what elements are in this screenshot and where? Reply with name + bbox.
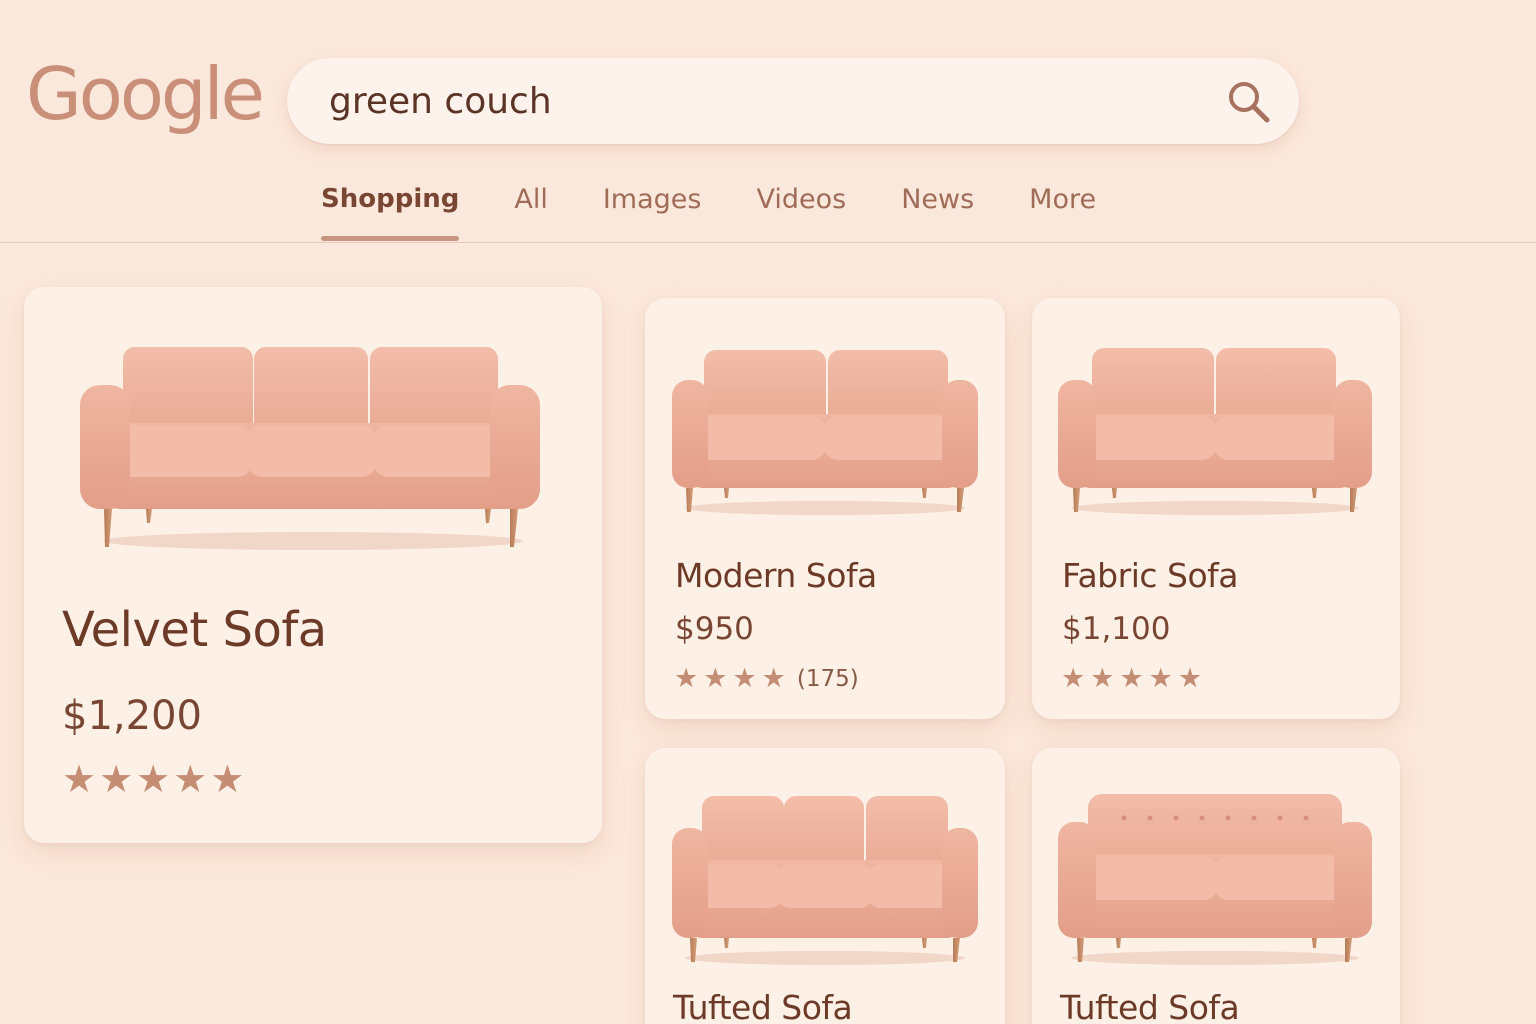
star-rating: ★ ★ ★ ★ ★ <box>1061 665 1207 692</box>
tabs-divider <box>0 242 1536 243</box>
search-tabs: Shopping All Images Videos News More <box>321 184 1151 241</box>
google-logo[interactable]: Google <box>26 52 265 136</box>
star-rating: ★ ★ ★ ★ (175) <box>674 665 859 692</box>
star-icon: ★ <box>1177 663 1203 693</box>
product-title[interactable]: Tufted Sofa <box>673 988 853 1024</box>
tab-shopping[interactable]: Shopping <box>321 184 460 241</box>
sofa-image <box>672 796 978 965</box>
star-icon: ★ <box>732 663 757 693</box>
tab-all[interactable]: All <box>514 184 547 215</box>
star-icon: ★ <box>1090 663 1115 693</box>
sofa-image <box>672 350 978 515</box>
product-title[interactable]: Modern Sofa <box>675 556 877 595</box>
star-rating: ★ ★ ★ ★ ★ <box>62 761 247 799</box>
star-icon: ★ <box>703 663 728 693</box>
tab-news[interactable]: News <box>901 184 974 215</box>
product-card[interactable]: Tufted Sofa <box>645 748 1005 1024</box>
review-count[interactable]: (175) <box>797 666 859 692</box>
star-icon: ★ <box>1119 663 1144 693</box>
tab-videos[interactable]: Videos <box>756 184 846 215</box>
search-input[interactable] <box>329 76 1189 126</box>
tab-images[interactable]: Images <box>603 184 702 215</box>
star-icon: ★ <box>136 759 171 801</box>
product-card[interactable]: Fabric Sofa $1,100 ★ ★ ★ ★ ★ <box>1032 298 1400 719</box>
product-title[interactable]: Tufted Sofa <box>1060 988 1240 1024</box>
search-bar <box>287 58 1299 144</box>
product-title[interactable]: Fabric Sofa <box>1062 556 1238 595</box>
product-title[interactable]: Velvet Sofa <box>62 602 327 658</box>
star-icon: ★ <box>761 663 786 693</box>
star-icon: ★ <box>1148 663 1173 693</box>
star-icon: ★ <box>62 759 97 801</box>
tab-more[interactable]: More <box>1029 184 1096 215</box>
star-icon: ★ <box>210 759 245 801</box>
product-card[interactable]: Modern Sofa $950 ★ ★ ★ ★ (175) <box>645 298 1005 719</box>
star-icon: ★ <box>99 759 134 801</box>
product-price: $1,200 <box>62 693 202 739</box>
product-card-featured[interactable]: Velvet Sofa $1,200 ★ ★ ★ ★ ★ <box>24 287 602 843</box>
star-icon: ★ <box>674 663 699 693</box>
sofa-image <box>80 347 540 550</box>
sofa-image <box>1058 794 1372 965</box>
product-card[interactable]: Tufted Sofa <box>1032 748 1400 1024</box>
star-icon: ★ <box>1061 663 1086 693</box>
search-icon[interactable] <box>1225 78 1273 126</box>
star-icon: ★ <box>173 759 208 801</box>
sofa-image <box>1058 348 1372 515</box>
product-price: $950 <box>675 611 754 647</box>
product-price: $1,100 <box>1062 611 1171 647</box>
